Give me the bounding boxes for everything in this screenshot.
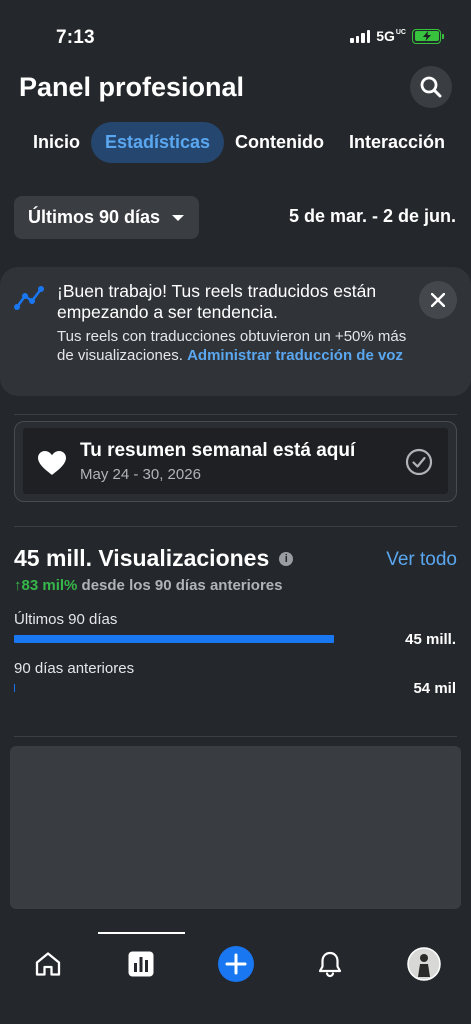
previous-period-bar bbox=[14, 684, 334, 692]
signal-icon bbox=[350, 29, 371, 43]
tab-contenido[interactable]: Contenido bbox=[235, 122, 324, 163]
stats-icon bbox=[128, 951, 154, 977]
heart-icon bbox=[38, 451, 66, 475]
search-button[interactable] bbox=[410, 66, 452, 108]
views-stat-title: 45 mill. Visualizaciones i bbox=[14, 545, 294, 572]
divider bbox=[14, 414, 457, 415]
date-range-text: 5 de mar. - 2 de jun. bbox=[288, 206, 456, 226]
content-placeholder-card bbox=[10, 746, 461, 909]
weekly-summary-title: Tu resumen semanal está aquí bbox=[80, 440, 356, 461]
check-circle-icon bbox=[405, 448, 433, 476]
create-plus-icon bbox=[218, 946, 254, 982]
nav-create[interactable] bbox=[216, 944, 256, 984]
weekly-summary-dates: May 24 - 30, 2026 bbox=[80, 466, 201, 483]
previous-period-value: 54 mil bbox=[413, 680, 456, 697]
divider bbox=[14, 526, 457, 527]
previous-period-label: 90 días anteriores bbox=[14, 660, 135, 677]
nav-profile[interactable] bbox=[404, 944, 444, 984]
trending-icon bbox=[14, 286, 44, 310]
nav-notifications[interactable] bbox=[310, 944, 350, 984]
see-all-link[interactable]: Ver todo bbox=[386, 549, 457, 571]
nav-home[interactable] bbox=[28, 944, 68, 984]
divider bbox=[14, 736, 457, 737]
current-period-value: 45 mill. bbox=[405, 631, 456, 648]
info-icon[interactable]: i bbox=[279, 551, 294, 566]
search-icon bbox=[420, 76, 442, 98]
banner-body: Tus reels con traducciones obtuvieron un… bbox=[57, 328, 407, 364]
page-title: Panel profesional bbox=[19, 72, 245, 102]
current-period-label: Últimos 90 días bbox=[14, 611, 118, 628]
date-range-dropdown[interactable]: Últimos 90 días bbox=[14, 196, 199, 239]
close-icon bbox=[431, 293, 445, 307]
tab-estadisticas[interactable]: Estadísticas bbox=[91, 122, 225, 163]
change-indicator: ↑83 mil% desde los 90 días anteriores bbox=[14, 577, 282, 594]
nav-stats[interactable] bbox=[121, 944, 161, 984]
tab-interaccion[interactable]: Interacción bbox=[349, 122, 445, 163]
close-banner-button[interactable] bbox=[419, 281, 457, 319]
profile-avatar bbox=[407, 947, 441, 981]
active-tab-indicator bbox=[98, 932, 185, 934]
notifications-bell-icon bbox=[318, 951, 342, 978]
status-indicators: 5G UC bbox=[350, 28, 444, 44]
tab-inicio[interactable]: Inicio bbox=[33, 122, 80, 163]
current-period-bar bbox=[14, 635, 334, 643]
status-time: 7:13 bbox=[56, 27, 95, 48]
change-description: desde los 90 días anteriores bbox=[81, 577, 283, 594]
network-type: 5G UC bbox=[376, 28, 406, 44]
caret-down-icon bbox=[172, 214, 185, 221]
battery-icon bbox=[412, 28, 444, 44]
current-period-bar-fill bbox=[14, 635, 334, 643]
date-range-selected: Últimos 90 días bbox=[28, 207, 161, 227]
manage-voice-translation-link[interactable]: Administrar traducción de voz bbox=[187, 347, 403, 364]
banner-title: ¡Buen trabajo! Tus reels traducidos está… bbox=[57, 281, 377, 322]
home-icon bbox=[35, 952, 61, 976]
change-percentage: ↑83 mil% bbox=[14, 577, 78, 594]
previous-period-bar-fill bbox=[14, 684, 16, 692]
